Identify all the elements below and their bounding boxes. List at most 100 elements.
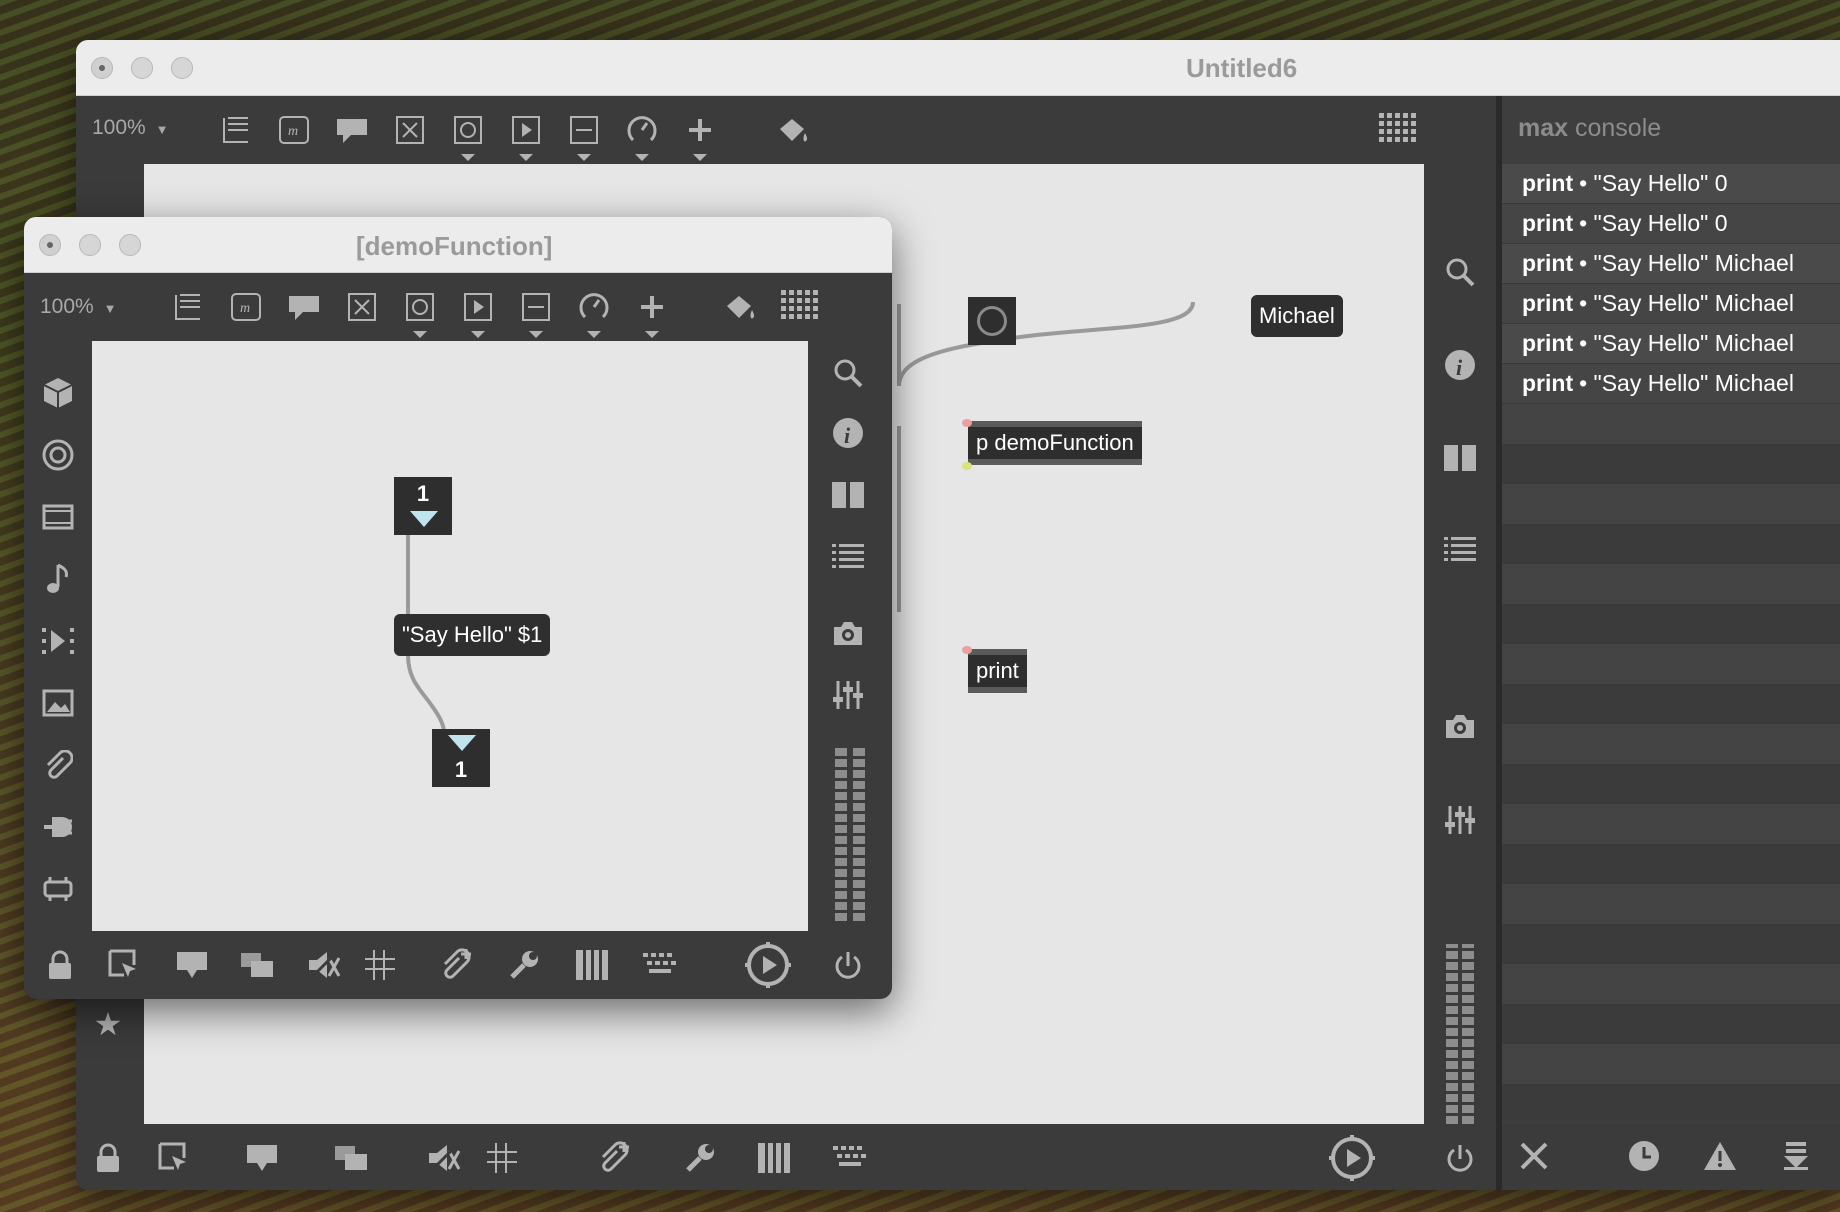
- maximize-button[interactable]: [171, 57, 193, 79]
- sub-zoom-select[interactable]: 100% ▼: [40, 295, 116, 319]
- plus-icon[interactable]: [680, 110, 720, 150]
- warning-icon[interactable]: [1702, 1138, 1738, 1174]
- sub-paint-bucket-icon[interactable]: [720, 287, 760, 327]
- sub-grid-snap-icon[interactable]: [362, 947, 398, 983]
- sub-split-view-icon[interactable]: [830, 477, 866, 513]
- lock-icon[interactable]: [90, 1140, 126, 1176]
- wrench-icon[interactable]: [682, 1140, 718, 1176]
- image-icon[interactable]: [40, 685, 76, 721]
- comment-icon[interactable]: [332, 110, 372, 150]
- hardware-icon[interactable]: [40, 871, 76, 907]
- message-icon[interactable]: m: [274, 110, 314, 150]
- button-dropdown-icon[interactable]: [461, 154, 475, 161]
- sub-grid-icon[interactable]: [778, 287, 822, 327]
- sub-dial-icon[interactable]: [574, 287, 614, 327]
- sub-slider-icon[interactable]: [516, 287, 556, 327]
- music-note-icon[interactable]: [40, 561, 76, 597]
- mixer-icon[interactable]: [1442, 802, 1478, 838]
- info-icon[interactable]: i: [1442, 347, 1478, 383]
- sub-button-dropdown-icon[interactable]: [413, 331, 427, 338]
- dial-dropdown-icon[interactable]: [635, 154, 649, 161]
- attach-icon[interactable]: [596, 1140, 632, 1176]
- sub-attach-icon[interactable]: [438, 947, 474, 983]
- sub-playbar-dropdown-icon[interactable]: [471, 331, 485, 338]
- clock-icon[interactable]: [1626, 1138, 1662, 1174]
- sub-slider-dropdown-icon[interactable]: [529, 331, 543, 338]
- sub-comment-bubble-icon[interactable]: [174, 947, 210, 983]
- sub-camera-icon[interactable]: [830, 615, 866, 651]
- sub-minimize-button[interactable]: [79, 234, 101, 256]
- message-say-hello[interactable]: "Say Hello" $1: [394, 614, 551, 656]
- paint-bucket-icon[interactable]: [773, 110, 813, 150]
- console-list[interactable]: print • "Say Hello" 0 print • "Say Hello" …: [1502, 164, 1840, 1120]
- audio-play-icon[interactable]: [1328, 1134, 1376, 1182]
- minimize-button[interactable]: [131, 57, 153, 79]
- dial-icon[interactable]: [622, 110, 662, 150]
- keyboard-icon[interactable]: [832, 1140, 868, 1176]
- sub-piano-icon[interactable]: [574, 947, 610, 983]
- sub-object-icon[interactable]: [168, 287, 208, 327]
- list-icon[interactable]: [1442, 532, 1478, 568]
- sub-mute-icon[interactable]: [306, 947, 342, 983]
- sub-list-icon[interactable]: [830, 539, 866, 575]
- subpatch-canvas[interactable]: 1 "Say Hello" $1 1: [92, 341, 808, 931]
- cube-icon[interactable]: [40, 375, 76, 411]
- sub-comment-icon[interactable]: [284, 287, 324, 327]
- comment-bubble-icon[interactable]: [244, 1140, 280, 1176]
- sub-message-icon[interactable]: m: [226, 287, 266, 327]
- sub-presentation-select-icon[interactable]: [106, 947, 142, 983]
- toggle-icon[interactable]: [390, 110, 430, 150]
- slider-icon[interactable]: [564, 110, 604, 150]
- sub-plus-icon[interactable]: [632, 287, 672, 327]
- object-p-demofunction[interactable]: p demoFunction: [968, 421, 1142, 465]
- button-icon[interactable]: [448, 110, 488, 150]
- sub-search-icon[interactable]: [830, 355, 866, 391]
- sub-keyboard-icon[interactable]: [642, 947, 678, 983]
- object-print[interactable]: print: [968, 649, 1027, 693]
- playbar-dropdown-icon[interactable]: [519, 154, 533, 161]
- sub-lock-icon[interactable]: [42, 947, 78, 983]
- console-entry[interactable]: print • "Say Hello" Michael: [1502, 284, 1840, 324]
- scroll-down-icon[interactable]: [1778, 1138, 1814, 1174]
- sub-info-icon[interactable]: i: [830, 415, 866, 451]
- zoom-select[interactable]: 100% ▼: [92, 116, 168, 140]
- sub-plus-dropdown-icon[interactable]: [645, 331, 659, 338]
- sub-audio-play-icon[interactable]: [744, 941, 792, 989]
- paperclip-icon[interactable]: [40, 747, 76, 783]
- sub-wrench-icon[interactable]: [506, 947, 542, 983]
- outlet-number-box[interactable]: 1: [432, 729, 490, 787]
- search-icon[interactable]: [1442, 254, 1478, 290]
- inlet-number-box[interactable]: 1: [394, 477, 452, 535]
- object-icon[interactable]: [216, 110, 256, 150]
- sub-layers-icon[interactable]: [240, 947, 276, 983]
- sub-button-icon[interactable]: [400, 287, 440, 327]
- sub-playbar-icon[interactable]: [458, 287, 498, 327]
- clear-icon[interactable]: [1516, 1138, 1552, 1174]
- bang-button[interactable]: [968, 297, 1016, 345]
- console-entry[interactable]: print • "Say Hello" Michael: [1502, 244, 1840, 284]
- sub-dial-dropdown-icon[interactable]: [587, 331, 601, 338]
- console-entry[interactable]: print • "Say Hello" 0: [1502, 204, 1840, 244]
- message-michael[interactable]: Michael: [1251, 295, 1343, 337]
- sub-maximize-button[interactable]: [119, 234, 141, 256]
- camera-icon[interactable]: [1442, 708, 1478, 744]
- plug-icon[interactable]: [40, 809, 76, 845]
- sub-power-icon[interactable]: [830, 947, 866, 983]
- power-icon[interactable]: [1442, 1140, 1478, 1176]
- presentation-select-icon[interactable]: [156, 1140, 192, 1176]
- split-view-icon[interactable]: [1442, 440, 1478, 476]
- mute-icon[interactable]: [426, 1140, 462, 1176]
- console-entry[interactable]: print • "Say Hello" 0: [1502, 164, 1840, 204]
- film-icon[interactable]: [40, 499, 76, 535]
- grid-icon[interactable]: [1376, 110, 1420, 150]
- piano-icon[interactable]: [756, 1140, 792, 1176]
- circle-target-icon[interactable]: [40, 437, 76, 473]
- star-icon[interactable]: ★: [90, 1006, 126, 1042]
- sub-toggle-icon[interactable]: [342, 287, 382, 327]
- playbar-icon[interactable]: [506, 110, 546, 150]
- slider-dropdown-icon[interactable]: [577, 154, 591, 161]
- sequence-icon[interactable]: [40, 623, 76, 659]
- grid-snap-icon[interactable]: [484, 1140, 520, 1176]
- console-entry[interactable]: print • "Say Hello" Michael: [1502, 364, 1840, 404]
- sub-mixer-icon[interactable]: [830, 677, 866, 713]
